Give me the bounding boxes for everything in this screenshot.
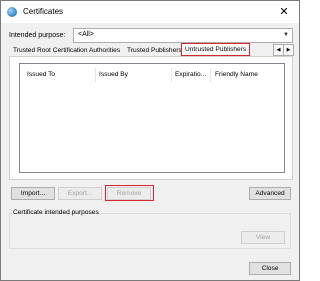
column-separator bbox=[95, 68, 96, 82]
column-header-issued-to[interactable]: Issued To bbox=[27, 71, 55, 78]
remove-button[interactable]: Remove bbox=[107, 187, 151, 200]
window-title: Certificates bbox=[23, 7, 64, 16]
chevron-down-icon: ▼ bbox=[283, 32, 289, 38]
import-button[interactable]: Import... bbox=[11, 187, 55, 200]
certificates-dialog: Certificates ✕ Intended purpose: <All> ▼… bbox=[0, 0, 300, 281]
column-header-expiration[interactable]: Expiratio... bbox=[175, 71, 206, 78]
close-button[interactable]: Close bbox=[249, 262, 291, 275]
intended-purpose-label: Intended purpose: bbox=[9, 32, 66, 39]
certificate-app-icon bbox=[7, 7, 17, 17]
tab-scroll-right-button[interactable]: ▶ bbox=[283, 44, 294, 56]
column-header-friendly-name[interactable]: Friendly Name bbox=[215, 71, 258, 78]
view-button[interactable]: View bbox=[241, 231, 285, 244]
column-separator bbox=[171, 68, 172, 82]
column-header-issued-by[interactable]: Issued By bbox=[99, 71, 128, 78]
title-bar: Certificates ✕ bbox=[1, 1, 299, 23]
column-separator bbox=[210, 68, 211, 82]
certificate-list[interactable]: Issued To Issued By Expiratio... Friendl… bbox=[19, 63, 285, 173]
certificate-intended-purposes-label: Certificate intended purposes bbox=[13, 209, 99, 216]
intended-purpose-select[interactable]: <All> ▼ bbox=[73, 28, 293, 43]
intended-purpose-value: <All> bbox=[78, 31, 94, 38]
tab-panel: Issued To Issued By Expiratio... Friendl… bbox=[9, 56, 293, 180]
export-button[interactable]: Export... bbox=[58, 187, 102, 200]
close-window-button[interactable]: ✕ bbox=[276, 4, 292, 20]
advanced-button[interactable]: Advanced bbox=[249, 187, 291, 200]
tab-untrusted-publishers[interactable]: Untrusted Publishers bbox=[181, 43, 251, 56]
